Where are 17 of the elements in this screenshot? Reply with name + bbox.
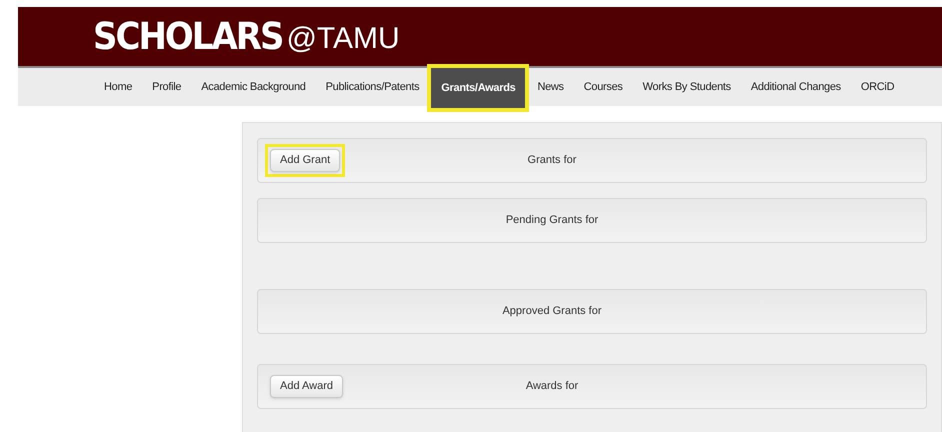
section-title: Pending Grants for bbox=[506, 213, 598, 228]
add-button[interactable]: Add Award bbox=[270, 375, 344, 398]
section-title: Approved Grants for bbox=[502, 304, 602, 320]
nav-tab[interactable]: Additional Changes bbox=[740, 68, 851, 106]
nav-tab[interactable]: Academic Background bbox=[191, 68, 316, 106]
nav-tab[interactable]: Works By Students bbox=[632, 68, 741, 106]
section-title: Awards for bbox=[526, 379, 578, 394]
nav-tab[interactable]: Courses bbox=[574, 68, 633, 106]
nav-tab[interactable]: News bbox=[527, 68, 574, 106]
nav-tab[interactable]: Profile bbox=[142, 68, 192, 106]
add-button[interactable]: Add Grant bbox=[270, 149, 340, 172]
site-logo[interactable]: SCHOLARS@TAMU bbox=[93, 20, 400, 54]
nav-tab[interactable]: ORCiD bbox=[850, 68, 904, 106]
nav-tab[interactable]: Home bbox=[94, 68, 142, 106]
nav-tab[interactable]: Publications/Patents bbox=[316, 68, 430, 106]
nav-tab[interactable]: Grants/Awards bbox=[431, 68, 526, 108]
section-title: Grants for bbox=[528, 153, 576, 168]
